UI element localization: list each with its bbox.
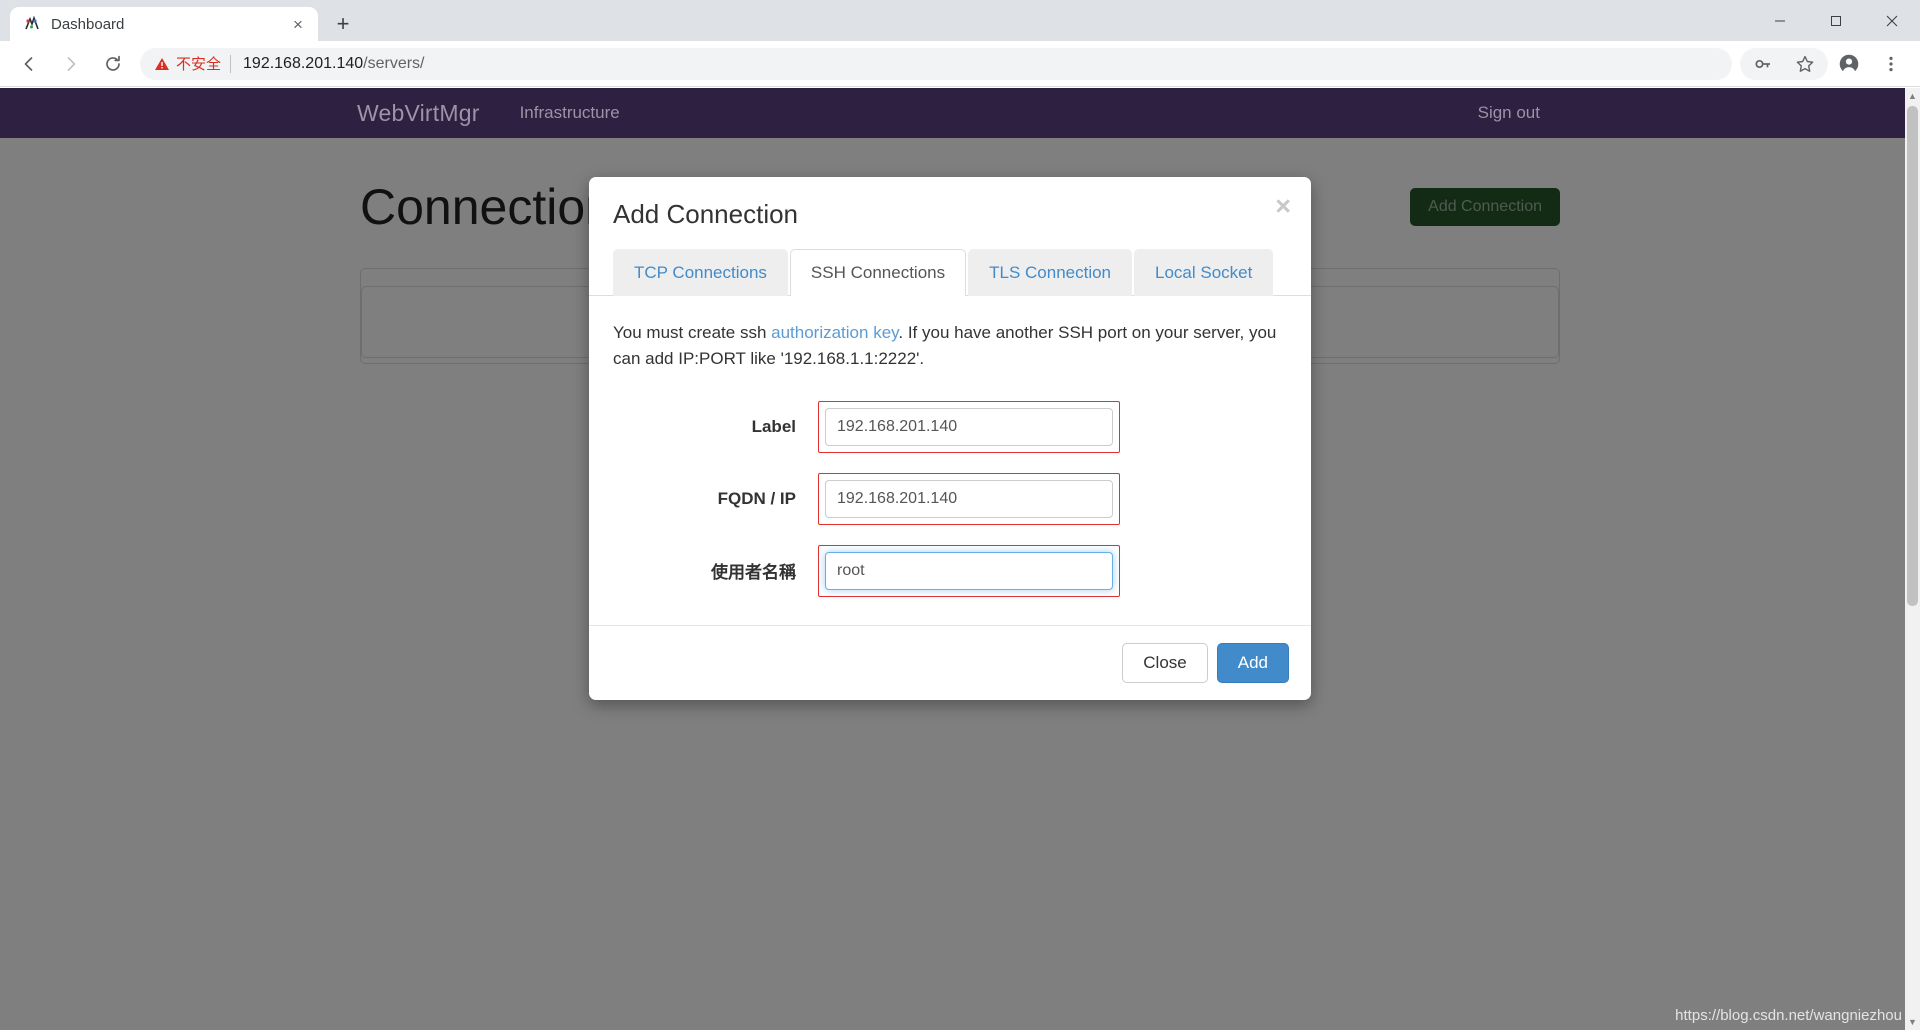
modal-body: You must create ssh authorization key. I… — [589, 296, 1311, 625]
tab-local-socket[interactable]: Local Socket — [1134, 249, 1274, 296]
toolbar-right-icons — [1740, 46, 1912, 82]
add-button[interactable]: Add — [1216, 642, 1289, 683]
window-minimize-button[interactable] — [1752, 0, 1808, 41]
fqdn-field-label: FQDN / IP — [717, 488, 796, 508]
modal-header: Add Connection × — [589, 177, 1311, 248]
not-secure-label: 不安全 — [176, 56, 222, 73]
authorization-key-link[interactable]: authorization key — [771, 323, 898, 342]
form-row-label: Label — [613, 400, 1287, 453]
ssh-help-text: You must create ssh authorization key. I… — [613, 320, 1287, 373]
scrollbar-thumb[interactable] — [1907, 106, 1918, 606]
close-icon[interactable]: × — [1275, 193, 1291, 220]
scroll-up-icon[interactable]: ▲ — [1905, 88, 1920, 104]
tab-close-icon[interactable]: × — [288, 14, 308, 34]
browser-tabstrip: Dashboard × + — [0, 0, 1920, 41]
star-icon[interactable] — [1787, 46, 1823, 82]
add-connection-modal: Add Connection × TCP Connections SSH Con… — [589, 177, 1311, 700]
back-icon[interactable] — [11, 46, 47, 82]
window-maximize-button[interactable] — [1808, 0, 1864, 41]
webvirtmgr-favicon-icon — [23, 15, 41, 33]
tab-tls-connection[interactable]: TLS Connection — [968, 249, 1133, 296]
modal-tabs: TCP Connections SSH Connections TLS Conn… — [589, 248, 1311, 296]
status-bar-url: https://blog.csdn.net/wangniezhou — [1675, 1007, 1902, 1024]
modal-title: Add Connection — [613, 199, 799, 229]
form-row-username: 使用者名稱 — [613, 544, 1287, 597]
close-button[interactable]: Close — [1122, 642, 1208, 683]
tab-tcp-connections[interactable]: TCP Connections — [613, 249, 788, 296]
more-menu-icon[interactable] — [1873, 46, 1909, 82]
fqdn-field-wrapper — [818, 472, 1120, 525]
scroll-down-icon[interactable]: ▼ — [1905, 1014, 1920, 1030]
username-field-label: 使用者名稱 — [711, 563, 796, 583]
key-icon[interactable] — [1745, 46, 1781, 82]
browser-tab[interactable]: Dashboard × — [10, 7, 318, 41]
new-tab-button[interactable]: + — [326, 9, 360, 39]
username-field-wrapper — [818, 544, 1120, 597]
forward-icon[interactable] — [53, 46, 89, 82]
modal-footer: Close Add — [589, 624, 1311, 700]
app-brand[interactable]: WebVirtMgr — [357, 100, 480, 127]
reload-icon[interactable] — [95, 46, 131, 82]
profile-avatar-icon[interactable] — [1831, 46, 1867, 82]
form-row-fqdn: FQDN / IP — [613, 472, 1287, 525]
nav-item-infrastructure[interactable]: Infrastructure — [520, 103, 620, 123]
browser-toolbar: 不安全 192.168.201.140/servers/ — [0, 41, 1920, 87]
browser-window: Dashboard × + 不安全 192.168.201.140/server… — [0, 0, 1920, 1030]
help-prefix: You must create ssh — [613, 323, 772, 342]
page-scrollbar[interactable]: ▲ ▼ — [1905, 88, 1920, 1030]
username-input[interactable] — [825, 551, 1113, 590]
omnibox-url-path: /servers/ — [363, 54, 425, 72]
fqdn-ip-input[interactable] — [825, 479, 1113, 518]
label-field-label: Label — [751, 416, 796, 436]
page-viewport: WebVirtMgr Infrastructure Sign out Conne… — [0, 88, 1920, 1030]
tab-ssh-connections[interactable]: SSH Connections — [789, 249, 967, 296]
omnibox-url: 192.168.201.140/servers/ — [243, 55, 424, 73]
label-input[interactable] — [825, 407, 1113, 446]
window-controls — [1752, 0, 1920, 41]
sign-out-link[interactable]: Sign out — [1478, 103, 1540, 123]
page-body: Connections Add Connection Add Connectio… — [0, 138, 1920, 1030]
app-navbar: WebVirtMgr Infrastructure Sign out — [0, 88, 1920, 138]
browser-tab-title: Dashboard — [51, 15, 125, 33]
not-secure-warning-icon — [154, 56, 170, 72]
omnibox-url-host: 192.168.201.140 — [243, 54, 364, 72]
window-close-button[interactable] — [1864, 0, 1920, 41]
omnibox-divider — [230, 54, 232, 73]
label-field-wrapper — [818, 400, 1120, 453]
address-bar[interactable]: 不安全 192.168.201.140/servers/ — [140, 47, 1732, 80]
